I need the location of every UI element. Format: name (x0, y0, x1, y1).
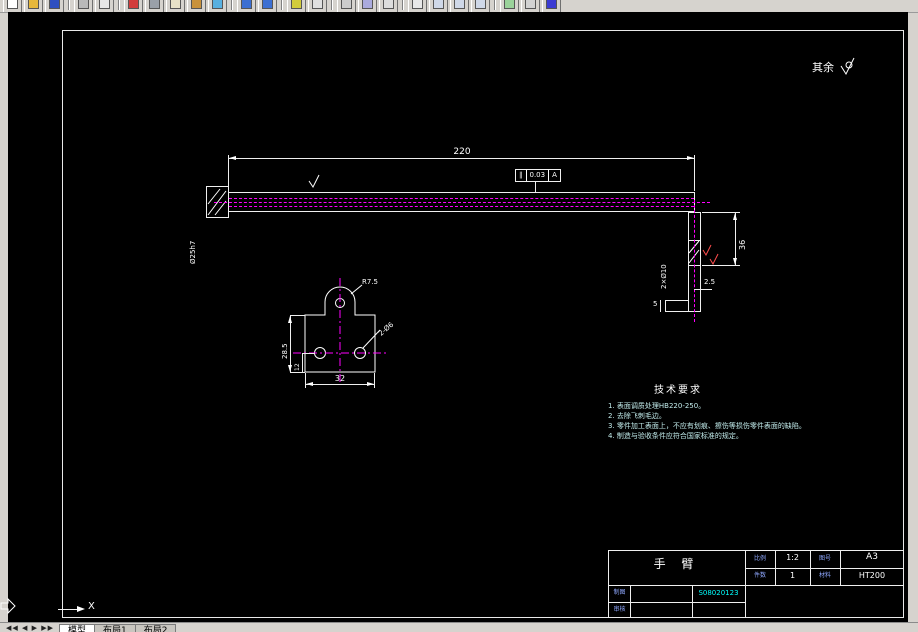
roughness-icon (840, 57, 855, 76)
tab-model[interactable]: 模型 (58, 624, 95, 632)
tech-req-list: 1. 表面调质处理HB220-250。 2. 去除飞刺毛边。 3. 零件加工表面… (608, 403, 888, 440)
ext-line (290, 372, 305, 373)
tab-nav-arrows[interactable]: ◀◀ ◀ ▶ ▶▶ (6, 624, 54, 632)
tolerance-value: 0.03 (525, 170, 549, 181)
tech-req-title: 技术要求 (654, 385, 702, 396)
qty-value: 1 (789, 571, 796, 580)
cad-application-window: 其余 220 ∥ 0.03 A Ø25h7 36 2.5 5 2×Ø10 R7.… (0, 0, 918, 632)
arrowhead (306, 382, 313, 386)
dim-thickness: 2.5 (704, 278, 716, 286)
leader-line (694, 289, 712, 290)
arrowhead (229, 156, 236, 160)
toolbar-separator (331, 0, 333, 10)
tech-req-item: 1. 表面调质处理HB220-250。 (608, 402, 706, 410)
ext-line (302, 353, 315, 354)
drawing-canvas[interactable]: 其余 220 ∥ 0.03 A Ø25h7 36 2.5 5 2×Ø10 R7.… (8, 12, 908, 622)
edge-line (665, 300, 666, 312)
dim-hole-offset: 12 (294, 363, 301, 371)
dim-width: 32 (334, 374, 346, 383)
dim-line (305, 384, 375, 385)
ext-line (374, 373, 375, 388)
part-name: 手 臂 (653, 557, 700, 571)
toolbar-separator (402, 0, 404, 10)
arrowhead (367, 382, 374, 386)
scale-value: 1:2 (786, 553, 799, 562)
arrowhead (687, 156, 694, 160)
tech-req-item: 4. 制造与验收条件应符合国家标准的规定。 (608, 432, 743, 440)
dim-line (660, 300, 661, 312)
ucs-axis-line (58, 609, 78, 610)
ext-line (228, 155, 229, 191)
centerline (214, 202, 710, 203)
title-block-line (608, 550, 904, 551)
ucs-x-label: X (88, 601, 95, 612)
hidden-line (229, 198, 694, 199)
tech-req-item: 3. 零件加工表面上，不应有划痕、擦伤等损伤零件表面的缺陷。 (608, 422, 806, 430)
tech-req-item: 2. 去除飞刺毛边。 (608, 412, 666, 420)
dim-foot: 5 (653, 300, 658, 308)
drawing-number: S08020123 (698, 589, 739, 597)
dim-line (302, 353, 303, 372)
toolbar-separator (118, 0, 120, 10)
dim-radius: R7.5 (362, 278, 378, 286)
toolbar-separator (231, 0, 233, 10)
tab-layout1[interactable]: 布局1 (94, 624, 136, 632)
edge-line (665, 311, 689, 312)
dim-shaft: Ø25h7 (189, 240, 197, 264)
checker-label: 审核 (613, 606, 626, 613)
roughness-icon (308, 174, 320, 188)
dim-line (290, 315, 291, 372)
tolerance-datum: A (548, 170, 560, 181)
centerline (694, 200, 695, 322)
scroll-left-arrow-icon[interactable] (0, 597, 16, 615)
ucs-arrow-icon (77, 606, 85, 612)
dim-height: 28.5 (281, 343, 289, 359)
holes-label: 2×Ø10 (660, 264, 668, 289)
layout-tabbar: ◀◀ ◀ ▶ ▶▶ 模型 布局1 布局2 (0, 622, 918, 632)
sheet-label: 图号 (818, 555, 831, 562)
arrowhead (733, 213, 737, 220)
sheet-size: A3 (866, 552, 878, 562)
tab-layout2[interactable]: 布局2 (134, 624, 177, 632)
title-block-line (608, 602, 745, 603)
dim-line (228, 158, 695, 159)
title-block-line (608, 585, 904, 586)
tolerance-frame: ∥ 0.03 A (515, 169, 561, 182)
toolbar-separator (68, 0, 70, 10)
arrowhead (288, 365, 292, 372)
roughness-icon (709, 253, 719, 266)
toolbar-separator (281, 0, 283, 10)
drafter-label: 制图 (613, 589, 626, 596)
edge-line (665, 300, 689, 301)
material-label: 材料 (818, 572, 831, 579)
scale-label: 比例 (753, 555, 766, 562)
dim-height: 36 (738, 239, 747, 250)
sheet-border (62, 30, 904, 618)
toolbar-separator (494, 0, 496, 10)
ext-line (702, 265, 740, 266)
arrowhead (733, 258, 737, 265)
dim-length: 220 (453, 147, 471, 157)
title-block-line (745, 568, 904, 569)
material-value: HT200 (858, 571, 886, 580)
surplus-label: 其余 (812, 61, 834, 74)
arrowhead (288, 316, 292, 323)
leader-line (535, 182, 536, 192)
qty-label: 件数 (753, 572, 766, 579)
ext-line (694, 155, 695, 191)
tolerance-symbol: ∥ (519, 171, 523, 179)
ext-line (290, 315, 305, 316)
hidden-line (229, 206, 694, 207)
